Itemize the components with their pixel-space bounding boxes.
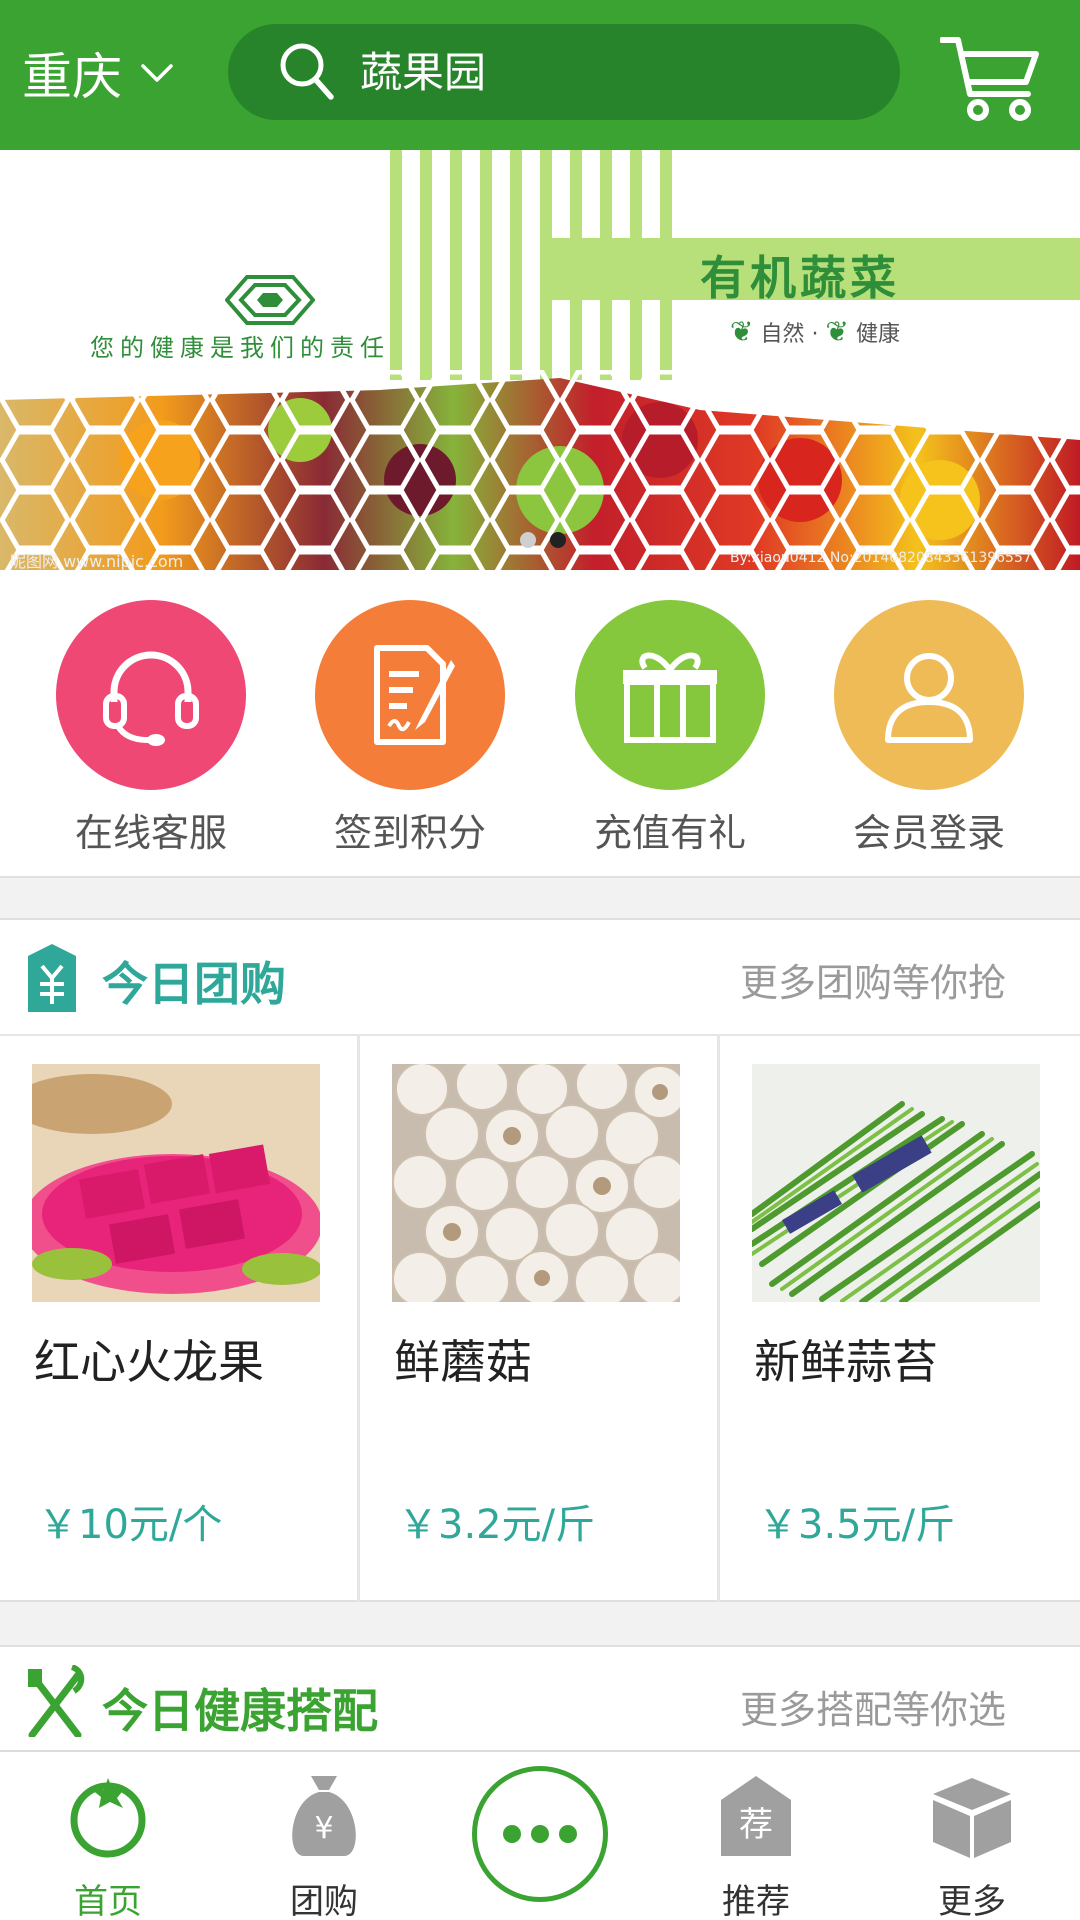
chevron-down-icon	[141, 64, 173, 82]
health-title: 今日健康搭配	[102, 1684, 378, 1738]
product-price: ￥3.5元/斤	[758, 1502, 956, 1548]
search-input[interactable]	[360, 47, 860, 97]
quick-item-label: 充值有礼	[593, 811, 746, 855]
search-bar[interactable]	[228, 24, 900, 120]
health-section: 今日健康搭配 更多搭配等你选	[0, 1645, 1080, 1750]
tab-label: 更多	[938, 1882, 1006, 1920]
svg-text:¥: ¥	[314, 1811, 333, 1846]
tab-label: 推荐	[722, 1882, 790, 1920]
box-icon	[933, 1778, 1011, 1858]
tab-home[interactable]: 首页	[18, 1752, 198, 1920]
money-bag-icon: ¥	[292, 1776, 356, 1856]
city-selector[interactable]: 重庆	[22, 38, 174, 108]
group-buy-section: 今日团购 更多团购等你抢 红心火龙果 ￥10元/个 鲜蘑菇 ￥3.2元/斤 新鲜…	[0, 918, 1080, 1602]
carousel-dot[interactable]	[520, 532, 536, 548]
banner-title: 有机蔬菜	[700, 251, 900, 305]
quick-menu: 在线客服 签到积分 充值有礼 会员登录	[0, 570, 1080, 878]
mushroom-image	[392, 1064, 680, 1302]
group-buy-title: 今日团购	[102, 957, 286, 1011]
health-more-link[interactable]: 更多搭配等你选	[740, 1679, 1006, 1734]
svg-text:荐: 荐	[739, 1805, 773, 1845]
group-buy-header[interactable]: 今日团购 更多团购等你抢	[0, 920, 1080, 1036]
top-bar: 重庆	[0, 0, 1080, 150]
dragon-fruit-image	[32, 1064, 320, 1302]
carousel-dot-active[interactable]	[550, 532, 566, 548]
tab-more[interactable]: 更多	[882, 1752, 1062, 1920]
product-card[interactable]: 鲜蘑菇 ￥3.2元/斤	[360, 1036, 720, 1602]
tab-group-buy[interactable]: ¥ 团购	[234, 1752, 414, 1920]
product-name: 鲜蘑菇	[394, 1335, 532, 1389]
app-screen: 重庆 蔬果园 有机蔬菜 ❦ 自然 · ❦ 健康 您的健康是我们的责任 昵图网 w…	[0, 0, 1080, 1920]
gift-icon	[575, 600, 765, 790]
city-label: 重庆	[22, 48, 122, 106]
recommend-icon: 荐	[721, 1776, 791, 1856]
hexagon-logo-icon	[225, 275, 315, 325]
bottom-tab-bar: 首页 ¥ 团购 荐 推荐 更多	[0, 1750, 1080, 1920]
headset-icon	[56, 600, 246, 790]
quick-item-customer-service[interactable]: 在线客服	[51, 600, 251, 857]
product-price: ￥3.2元/斤	[398, 1502, 596, 1548]
group-buy-more-link[interactable]: 更多团购等你抢	[740, 952, 1006, 1007]
banner-watermark-id: By:xiaou0412 No:20140820843361396557	[730, 550, 1032, 566]
tab-label: 首页	[74, 1882, 142, 1920]
product-card[interactable]: 新鲜蒜苔 ￥3.5元/斤	[720, 1036, 1080, 1602]
user-icon	[834, 600, 1024, 790]
quick-item-label: 在线客服	[74, 811, 227, 855]
sign-document-icon	[315, 600, 505, 790]
search-icon	[280, 43, 334, 100]
promo-banner[interactable]: 有机蔬菜 ❦ 自然 · ❦ 健康 您的健康是我们的责任 昵图网 www.nipi…	[0, 150, 1080, 570]
tab-recommend[interactable]: 荐 推荐	[666, 1752, 846, 1920]
tab-label: 团购	[290, 1882, 358, 1920]
fork-knife-icon	[28, 1665, 85, 1737]
quick-item-recharge[interactable]: 充值有礼	[570, 600, 770, 857]
quick-item-checkin[interactable]: 签到积分	[310, 600, 510, 857]
banner-subtitle: ❦ 自然 · ❦ 健康	[730, 315, 900, 348]
quick-item-label: 会员登录	[852, 811, 1005, 855]
more-dots-icon[interactable]	[472, 1766, 608, 1902]
quick-item-member-login[interactable]: 会员登录	[829, 600, 1029, 857]
tomato-icon	[70, 1778, 146, 1858]
garlic-sprout-image	[752, 1064, 1040, 1302]
quick-item-label: 签到积分	[333, 811, 486, 855]
health-header[interactable]: 今日健康搭配 更多搭配等你选	[0, 1647, 1080, 1763]
group-buy-products: 红心火龙果 ￥10元/个 鲜蘑菇 ￥3.2元/斤 新鲜蒜苔 ￥3.5元/斤	[0, 1036, 1080, 1602]
cart-icon[interactable]	[940, 32, 1040, 122]
product-name: 新鲜蒜苔	[754, 1335, 938, 1389]
banner-slogan: 您的健康是我们的责任	[90, 334, 390, 362]
product-name: 红心火龙果	[34, 1335, 264, 1389]
carousel-indicator[interactable]	[520, 532, 566, 548]
price-tag-icon	[28, 944, 76, 1012]
product-card[interactable]: 红心火龙果 ￥10元/个	[0, 1036, 360, 1602]
banner-watermark: 昵图网 www.nipic.com	[10, 552, 184, 570]
product-price: ￥10元/个	[38, 1502, 223, 1548]
